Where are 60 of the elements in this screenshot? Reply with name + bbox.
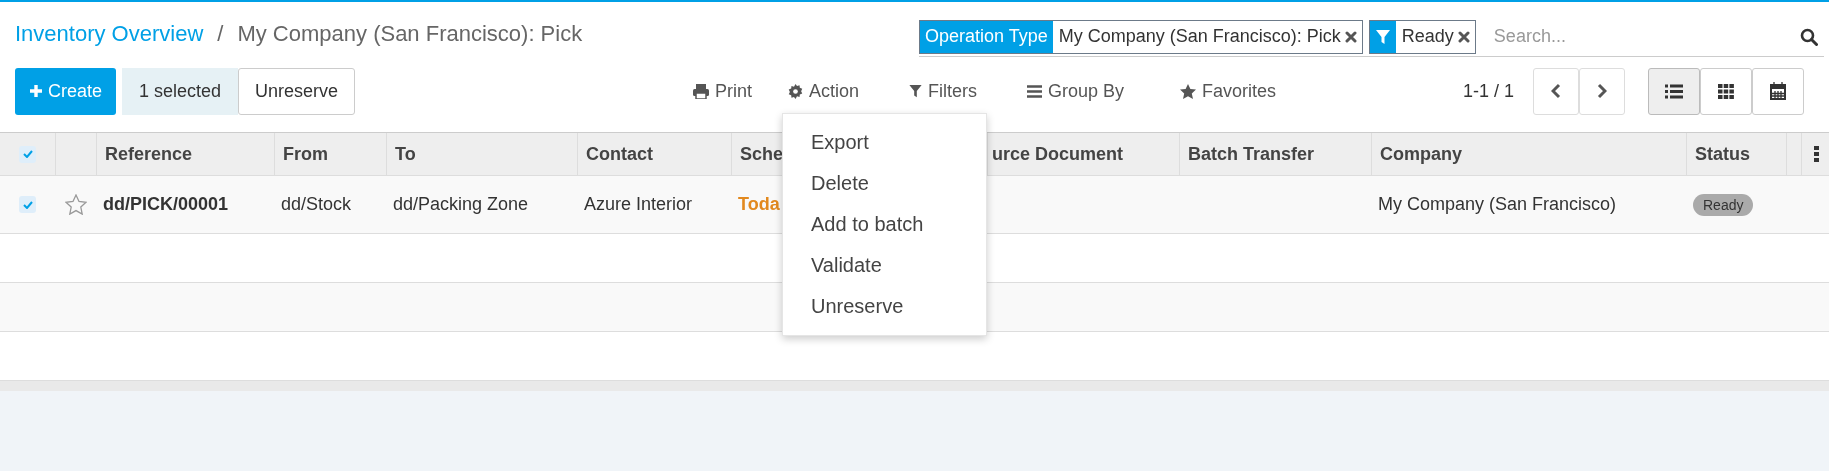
table-cell: Azure Interior xyxy=(584,194,693,215)
facet-value: Ready xyxy=(1400,26,1455,47)
menu-item[interactable]: Add to batch xyxy=(783,204,986,245)
column-header[interactable]: To xyxy=(386,133,577,175)
remove-icon[interactable] xyxy=(1457,30,1470,43)
facet-label: Operation Type xyxy=(920,20,1053,53)
view-switch-button[interactable] xyxy=(1700,67,1752,115)
star-icon xyxy=(1180,83,1197,99)
star-icon[interactable] xyxy=(64,194,87,215)
print-icon xyxy=(693,83,709,99)
checkmark-icon xyxy=(22,150,33,158)
column-header[interactable]: Status xyxy=(1686,133,1786,175)
view-switch-button[interactable] xyxy=(1648,67,1700,115)
row-checkbox[interactable] xyxy=(19,196,36,213)
column-header[interactable]: Company xyxy=(1371,133,1686,175)
toolbar-button[interactable]: Print xyxy=(693,80,752,102)
column-header[interactable]: Batch Transfer xyxy=(1179,133,1371,175)
facet-value: My Company (San Francisco): Pick xyxy=(1057,26,1342,47)
menu-item[interactable]: Unreserve xyxy=(783,286,986,327)
filter-icon xyxy=(1369,20,1396,53)
pager-text: 1-1 / 1 xyxy=(1463,80,1516,102)
selected-count: 1 selected xyxy=(122,67,239,115)
toolbar-button[interactable]: Action xyxy=(788,80,860,102)
unreserve-button[interactable]: Unreserve xyxy=(238,67,356,115)
remove-icon[interactable] xyxy=(1344,30,1357,43)
table-cell: dd/Packing Zone xyxy=(393,194,529,215)
horizontal-scrollbar[interactable] xyxy=(0,381,1829,391)
breadcrumb-separator: / xyxy=(217,21,224,47)
table-cell: Toda xyxy=(738,194,780,215)
status-badge: Ready xyxy=(1693,193,1754,216)
table-cell: dd/Stock xyxy=(281,194,352,215)
grid-icon xyxy=(1718,83,1734,99)
column-settings-icon[interactable] xyxy=(1814,146,1819,162)
toolbar-button[interactable]: Favorites xyxy=(1180,80,1277,102)
list-icon xyxy=(1665,83,1683,99)
previous-button[interactable] xyxy=(1533,67,1579,115)
filter-icon xyxy=(909,84,923,98)
menu-icon xyxy=(1027,84,1043,98)
table-cell: My Company (San Francisco) xyxy=(1378,194,1617,215)
plus-icon xyxy=(29,84,43,98)
view-switch-button[interactable] xyxy=(1752,67,1804,115)
search-field[interactable]: Search... xyxy=(1481,26,1800,47)
menu-item[interactable]: Export xyxy=(783,122,986,163)
search-icon[interactable] xyxy=(1800,27,1818,46)
menu-item[interactable]: Delete xyxy=(783,163,986,204)
next-button[interactable] xyxy=(1579,67,1625,115)
gear-icon xyxy=(788,83,803,99)
calendar-icon xyxy=(1770,82,1786,100)
toolbar-button[interactable]: Group By xyxy=(1027,80,1125,102)
column-header[interactable]: From xyxy=(274,133,386,175)
checkmark-icon xyxy=(22,200,33,209)
column-header[interactable]: Contact xyxy=(577,133,731,175)
menu-item[interactable]: Validate xyxy=(783,245,986,286)
column-header[interactable]: Reference xyxy=(96,133,274,175)
page-title: My Company (San Francisco): Pick xyxy=(237,21,583,47)
select-all-checkbox[interactable] xyxy=(19,145,36,163)
chevron-right-icon xyxy=(1597,83,1607,99)
chevron-left-icon xyxy=(1551,83,1561,99)
toolbar-button[interactable]: Filters xyxy=(909,80,978,102)
table-cell: dd/PICK/00001 xyxy=(103,194,229,215)
